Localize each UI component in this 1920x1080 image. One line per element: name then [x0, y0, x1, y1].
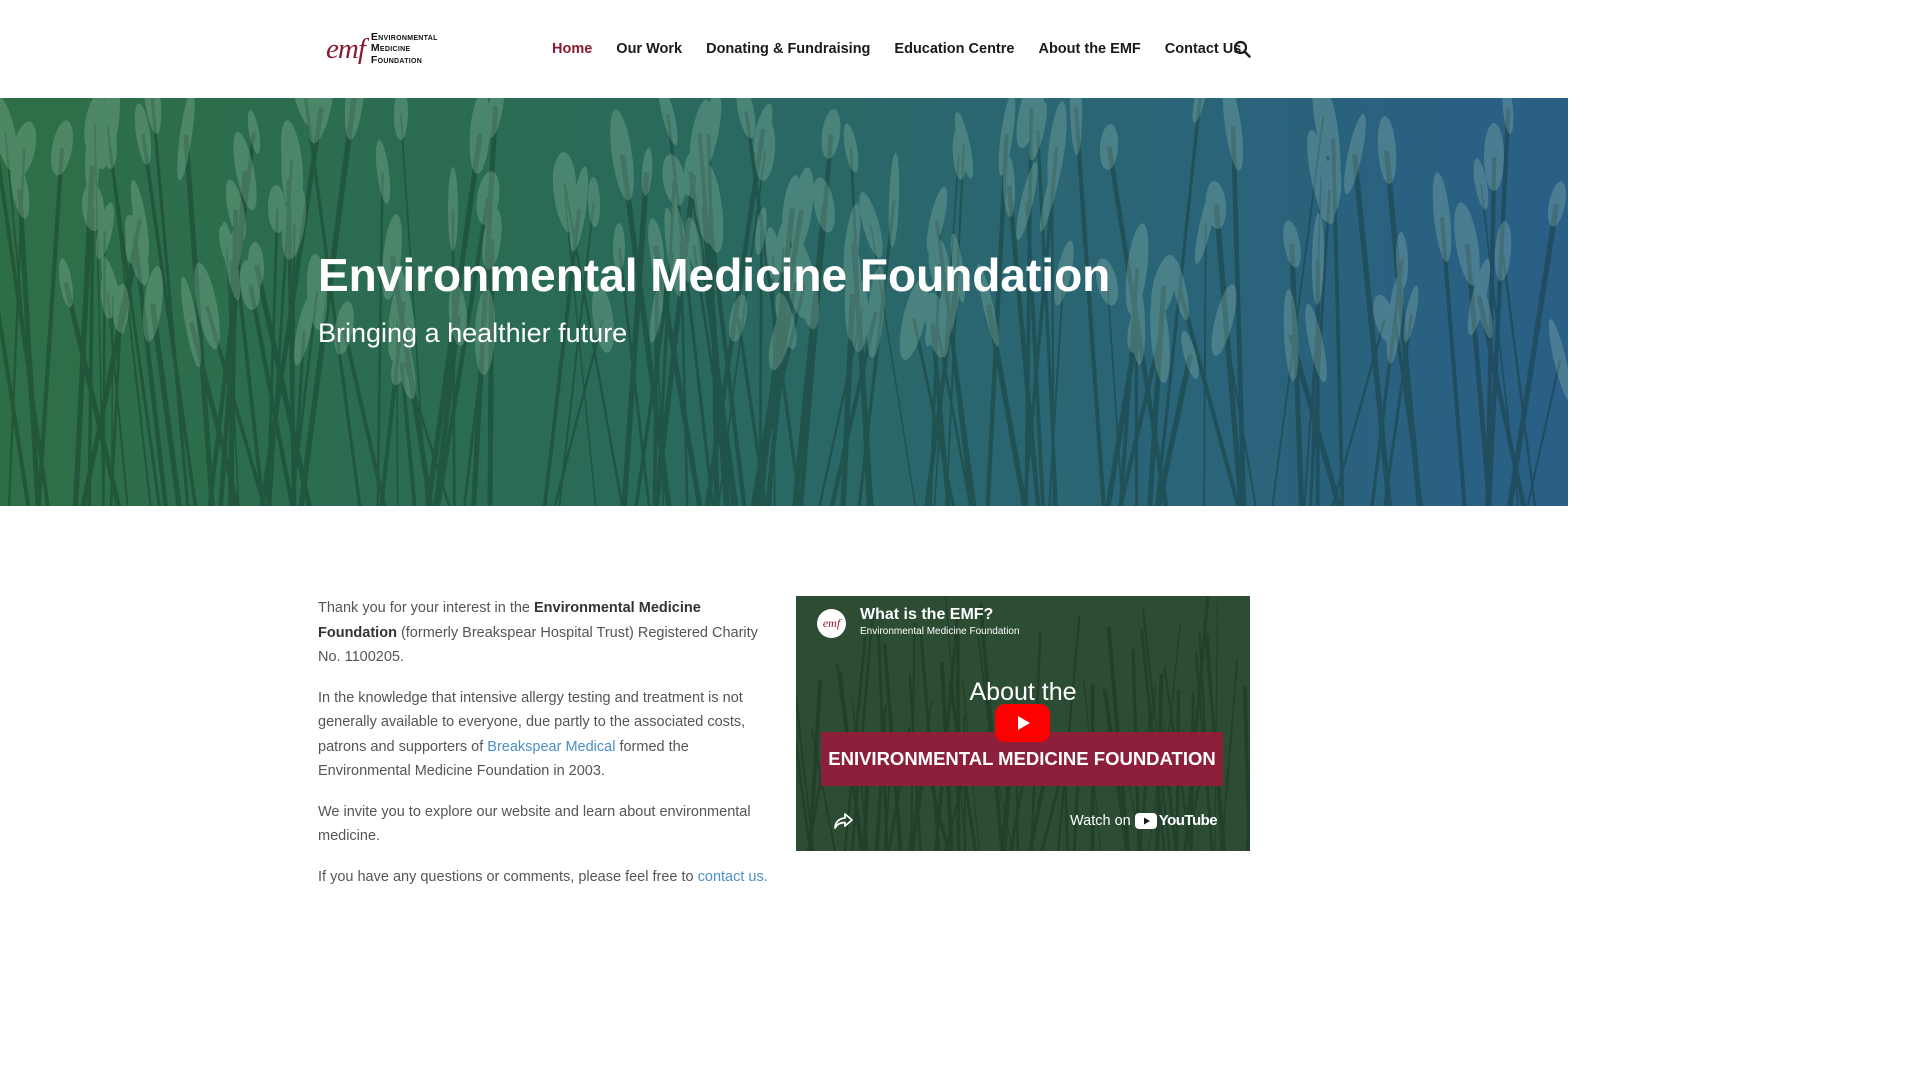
video-channel-name[interactable]: Environmental Medicine Foundation [860, 626, 1020, 637]
intro-paragraph-3: We invite you to explore our website and… [318, 803, 751, 845]
video-title[interactable]: What is the EMF? [860, 606, 993, 624]
hero-subtitle: Bringing a healthier future [318, 318, 628, 348]
play-icon [1017, 716, 1030, 730]
logo-text: Environmental Medicine Foundation [370, 31, 438, 67]
contact-us-link[interactable]: contact us. [698, 869, 768, 885]
breakspear-medical-link[interactable]: Breakspear Medical [487, 739, 615, 755]
intro-text: Thank you for your interest in the Envir… [318, 596, 776, 905]
youtube-icon [1134, 812, 1157, 829]
channel-avatar[interactable]: emf [817, 609, 846, 638]
watch-on-youtube-button[interactable]: Watch on YouTube [1070, 812, 1218, 829]
video-about-text: About the [969, 678, 1077, 706]
intro-paragraph-1: Thank you for your interest in the Envir… [318, 596, 776, 670]
p4-prefix: If you have any questions or comments, p… [318, 868, 698, 885]
logo-line-3: Foundation [370, 53, 423, 66]
nav-item-education-centre[interactable]: Education Centre [894, 41, 1014, 57]
play-button[interactable] [995, 704, 1050, 742]
hero-title: Environmental Medicine Foundation [318, 249, 1111, 301]
nav-item-our-work[interactable]: Our Work [616, 41, 682, 57]
youtube-logo: YouTube [1134, 812, 1218, 829]
search-icon[interactable] [1233, 40, 1251, 58]
logo-mark: emf [326, 32, 366, 65]
youtube-video-embed[interactable]: emf What is the EMF? Environmental Medic… [796, 596, 1250, 851]
nav-item-about-emf[interactable]: About the EMF [1038, 41, 1140, 57]
video-banner-text: ENIVIRONMENTAL MEDICINE FOUNDATION [828, 748, 1216, 769]
share-icon[interactable] [832, 810, 854, 832]
hero-banner: Environmental Medicine Foundation Bringi… [0, 98, 1568, 506]
site-header: emf Environmental Medicine Foundation Ho… [0, 0, 1568, 98]
intro-paragraph-4: If you have any questions or comments, p… [318, 865, 776, 890]
main-nav: Home Our Work Donating & Fundraising Edu… [552, 38, 1241, 60]
intro-paragraph-2: In the knowledge that intensive allergy … [318, 686, 776, 784]
nav-item-contact-us[interactable]: Contact Us [1165, 41, 1242, 57]
nav-item-donating-fundraising[interactable]: Donating & Fundraising [706, 41, 870, 57]
youtube-wordmark: YouTube [1158, 812, 1218, 829]
nav-item-home[interactable]: Home [552, 41, 592, 57]
hero-background-image [0, 98, 1568, 506]
p1-prefix: Thank you for your interest in the [318, 600, 534, 616]
watch-on-label: Watch on [1070, 812, 1131, 829]
site-logo[interactable]: emf Environmental Medicine Foundation [326, 29, 438, 69]
